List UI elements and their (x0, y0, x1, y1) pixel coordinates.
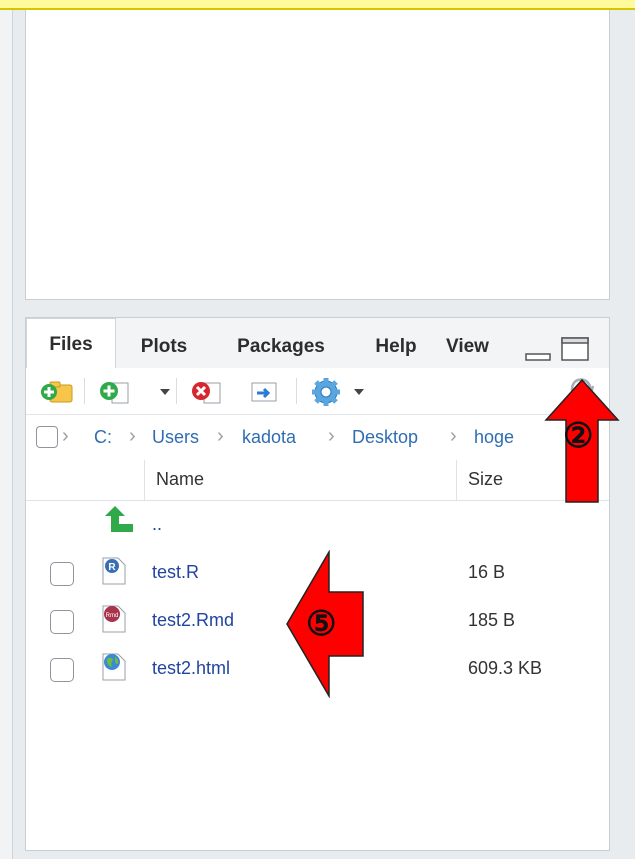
r-file-icon: R (102, 557, 126, 585)
parent-directory-link[interactable]: .. (152, 514, 162, 535)
toolbar-separator (176, 378, 177, 404)
column-divider (456, 460, 457, 500)
breadcrumb-separator: › (328, 425, 335, 447)
breadcrumb-separator: › (450, 425, 457, 447)
breadcrumb-separator: › (129, 425, 136, 447)
tab-files[interactable]: Files (26, 318, 116, 369)
name-column-header[interactable]: Name (156, 469, 204, 490)
breadcrumb-hoge[interactable]: hoge (474, 427, 514, 448)
breadcrumb-desktop[interactable]: Desktop (352, 427, 418, 448)
new-folder-icon[interactable] (40, 377, 74, 405)
file-checkbox[interactable] (50, 562, 74, 586)
breadcrumb-separator: › (62, 425, 69, 447)
file-checkbox[interactable] (50, 658, 74, 682)
html-file-icon (102, 653, 126, 681)
left-pane-edge (0, 10, 13, 859)
new-blank-file-icon[interactable] (98, 377, 132, 405)
callout-label-2: ② (563, 417, 594, 455)
file-size: 185 B (468, 610, 516, 630)
new-file-dropdown-icon[interactable] (160, 389, 170, 395)
svg-text:Rmd: Rmd (106, 613, 119, 619)
minimize-pane-icon[interactable] (524, 340, 554, 362)
breadcrumb-c[interactable]: C: (94, 427, 112, 448)
maximize-pane-icon[interactable] (560, 336, 592, 364)
toolbar-separator (296, 378, 297, 404)
svg-text:R: R (108, 562, 116, 573)
callout-label-5: ⑤ (306, 605, 337, 643)
select-all-checkbox[interactable] (36, 426, 58, 448)
rename-file-icon[interactable] (248, 377, 282, 405)
file-size: 609.3 KB (468, 658, 543, 678)
upper-pane (25, 10, 610, 300)
file-size: 16 B (468, 562, 506, 582)
file-name-link[interactable]: test2.Rmd (152, 610, 234, 631)
up-arrow-icon (105, 506, 133, 532)
rmd-file-icon: Rmd (102, 605, 126, 633)
tab-viewer[interactable]: View (446, 326, 512, 368)
tab-packages[interactable]: Packages (216, 326, 346, 368)
size-column-header[interactable]: Size (468, 469, 503, 490)
file-name-link[interactable]: test2.html (152, 658, 230, 679)
more-gear-icon[interactable] (310, 377, 344, 407)
tab-help[interactable]: Help (358, 326, 434, 368)
delete-file-icon[interactable] (190, 377, 224, 405)
more-dropdown-icon[interactable] (354, 389, 364, 395)
top-highlight-strip (0, 0, 635, 10)
breadcrumb-kadota[interactable]: kadota (242, 427, 296, 448)
file-name-link[interactable]: test.R (152, 562, 199, 583)
parent-directory-row[interactable]: .. (26, 502, 609, 550)
breadcrumb-separator: › (217, 425, 224, 447)
file-checkbox[interactable] (50, 610, 74, 634)
toolbar-separator (84, 378, 85, 404)
column-divider (144, 460, 145, 500)
pane-tab-bar: Files Plots Packages Help View (26, 318, 609, 369)
breadcrumb-users[interactable]: Users (152, 427, 199, 448)
tab-plots[interactable]: Plots (122, 326, 206, 368)
